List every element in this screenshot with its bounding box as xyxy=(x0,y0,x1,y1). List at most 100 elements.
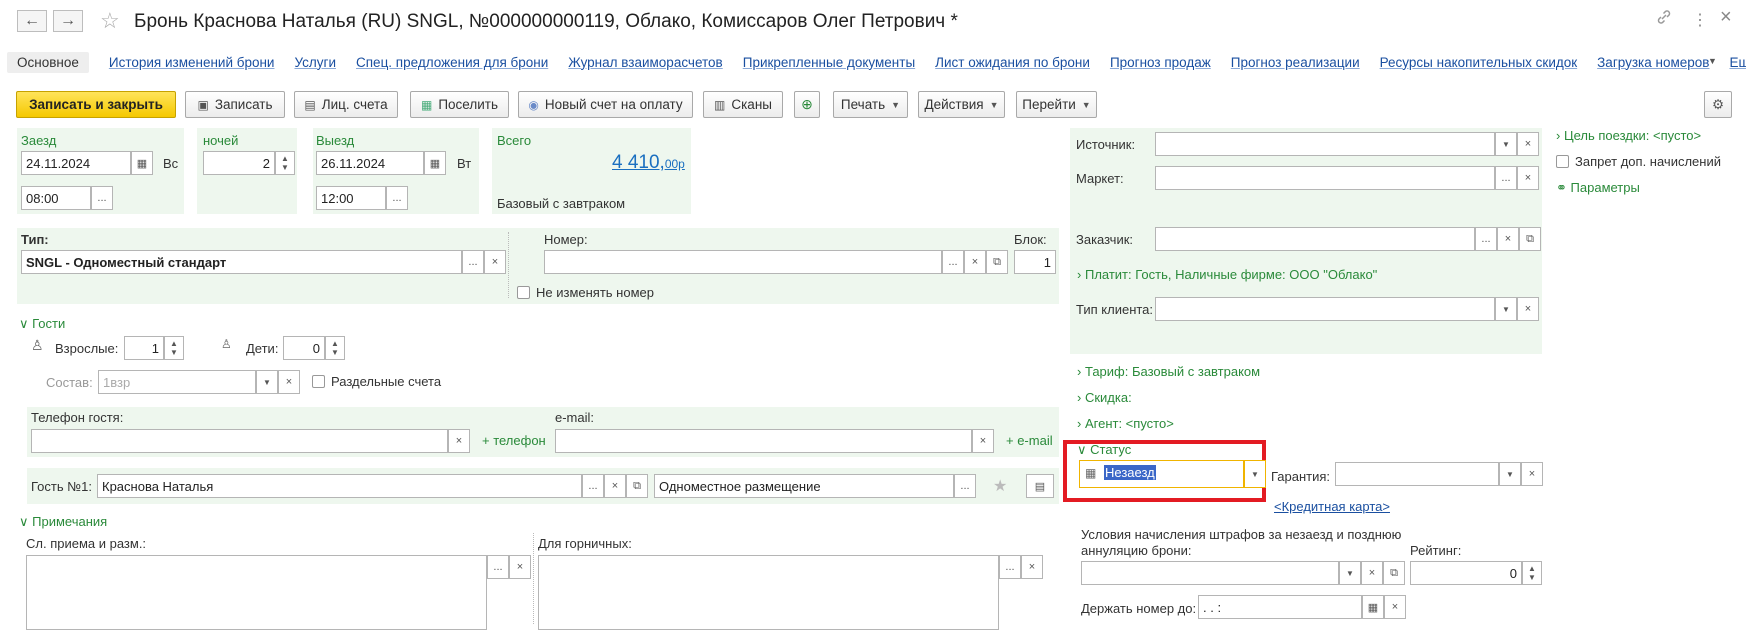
clear-icon[interactable]: × xyxy=(1517,297,1539,321)
clear-icon[interactable]: × xyxy=(484,250,506,274)
children-stepper-icon[interactable]: ▲ ▼ xyxy=(325,336,345,360)
children-field[interactable]: 0 xyxy=(283,336,325,360)
add-phone-link[interactable]: + телефон xyxy=(482,433,546,448)
dropdown-arrow-icon[interactable]: ▼ xyxy=(1339,561,1361,585)
clear-icon[interactable]: × xyxy=(1497,227,1519,251)
tab-realization-forecast[interactable]: Прогноз реализации xyxy=(1231,55,1360,70)
print-button[interactable]: Печать ▼ xyxy=(833,91,908,118)
calendar-icon[interactable]: ▦ xyxy=(1362,595,1384,619)
email-field[interactable] xyxy=(555,429,972,453)
tariff-toggle[interactable]: › Тариф: Базовый с завтраком xyxy=(1077,364,1260,379)
new-invoice-button[interactable]: ◉ Новый счет на оплату xyxy=(518,91,693,118)
credit-card-link[interactable]: <Кредитная карта> xyxy=(1274,499,1390,514)
adults-stepper-icon[interactable]: ▲ ▼ xyxy=(164,336,184,360)
clear-icon[interactable]: × xyxy=(448,429,470,453)
open-icon[interactable]: ⧉ xyxy=(1519,227,1541,251)
open-icon[interactable]: ⧉ xyxy=(1383,561,1405,585)
select-icon[interactable]: ... xyxy=(487,555,509,579)
card-icon[interactable]: ▤ xyxy=(1026,474,1054,498)
separate-accounts-checkbox[interactable] xyxy=(312,375,325,388)
select-icon[interactable]: ... xyxy=(1475,227,1497,251)
calendar-icon[interactable]: ▦ xyxy=(424,151,446,175)
tab-discount-resources[interactable]: Ресурсы накопительных скидок xyxy=(1380,55,1578,70)
tab-special-offers[interactable]: Спец. предложения для брони xyxy=(356,55,548,70)
goto-button[interactable]: Перейти ▼ xyxy=(1016,91,1097,118)
clear-icon[interactable]: × xyxy=(509,555,531,579)
star-icon[interactable]: ★ xyxy=(993,476,1007,496)
checkout-time-field[interactable]: 12:00 xyxy=(316,186,386,210)
clear-icon[interactable]: × xyxy=(972,429,994,453)
guests-section-toggle[interactable]: ∨ Гости xyxy=(19,316,65,332)
select-icon[interactable]: ... xyxy=(999,555,1021,579)
customer-field[interactable] xyxy=(1155,227,1475,251)
penalty-field[interactable] xyxy=(1081,561,1339,585)
select-icon[interactable]: ... xyxy=(582,474,604,498)
rating-field[interactable]: 0 xyxy=(1410,561,1522,585)
housekeeping-notes-field[interactable] xyxy=(538,555,999,630)
dropdown-arrow-icon[interactable]: ▼ xyxy=(1499,462,1521,486)
total-amount[interactable]: 4 410,00р xyxy=(612,152,685,174)
favorite-star-icon[interactable]: ☆ xyxy=(100,8,120,34)
notes-section-toggle[interactable]: ∨ Примечания xyxy=(19,514,107,530)
discount-toggle[interactable]: › Скидка: xyxy=(1077,390,1132,405)
keep-number-checkbox[interactable] xyxy=(517,286,530,299)
agent-toggle[interactable]: › Агент: <пусто> xyxy=(1077,416,1174,431)
tab-more[interactable]: Еще... xyxy=(1729,55,1746,70)
add-email-link[interactable]: + e-mail xyxy=(1006,433,1053,448)
open-icon[interactable]: ⧉ xyxy=(986,250,1008,274)
tab-attached-docs[interactable]: Прикрепленные документы xyxy=(743,55,915,70)
tab-services[interactable]: Услуги xyxy=(294,55,336,70)
save-and-close-button[interactable]: Записать и закрыть xyxy=(16,91,176,118)
adults-field[interactable]: 1 xyxy=(124,336,164,360)
room-number-field[interactable] xyxy=(544,250,942,274)
dropdown-arrow-icon[interactable]: ▼ xyxy=(1244,460,1266,488)
accounts-button[interactable]: ▤ Лиц. счета xyxy=(294,91,398,118)
tab-waiting-list[interactable]: Лист ожидания по брони xyxy=(935,55,1090,70)
select-icon[interactable]: ... xyxy=(942,250,964,274)
rating-stepper-icon[interactable]: ▲ ▼ xyxy=(1522,561,1542,585)
link-icon[interactable] xyxy=(1656,9,1672,30)
clear-icon[interactable]: × xyxy=(1521,462,1543,486)
forward-button[interactable]: → xyxy=(53,10,83,32)
select-icon[interactable]: ... xyxy=(462,250,484,274)
clear-icon[interactable]: × xyxy=(604,474,626,498)
select-icon[interactable]: ... xyxy=(1495,166,1517,190)
phone-field[interactable] xyxy=(31,429,448,453)
market-field[interactable] xyxy=(1155,166,1495,190)
tab-main[interactable]: Основное xyxy=(7,51,89,73)
no-extra-charges-checkbox[interactable] xyxy=(1556,155,1569,168)
client-type-field[interactable] xyxy=(1155,297,1495,321)
calendar-icon[interactable]: ▦ xyxy=(131,151,153,175)
trip-goal-toggle[interactable]: › Цель поездки: <пусто> xyxy=(1556,128,1701,143)
settle-button[interactable]: ▦ Поселить xyxy=(410,91,509,118)
time-picker-icon[interactable]: ... xyxy=(386,186,408,210)
tab-settlements[interactable]: Журнал взаиморасчетов xyxy=(568,55,722,70)
back-button[interactable]: ← xyxy=(17,10,47,32)
tab-history[interactable]: История изменений брони xyxy=(109,55,275,70)
nights-field[interactable]: 2 xyxy=(203,151,275,175)
tab-sales-forecast[interactable]: Прогноз продаж xyxy=(1110,55,1211,70)
close-icon[interactable]: × xyxy=(1720,6,1732,29)
nights-stepper-icon[interactable]: ▲ ▼ xyxy=(275,151,295,175)
checkin-date-field[interactable]: 24.11.2024 xyxy=(21,151,131,175)
open-icon[interactable]: ⧉ xyxy=(626,474,648,498)
tab-room-load[interactable]: Загрузка номеров xyxy=(1597,55,1709,70)
status-field[interactable]: Незаезд xyxy=(1079,460,1244,488)
guest1-accommodation-field[interactable]: Одноместное размещение xyxy=(654,474,954,498)
checkout-date-field[interactable]: 26.11.2024 xyxy=(316,151,424,175)
more-tabs-arrow-icon[interactable]: ▼ xyxy=(1708,56,1717,66)
reception-notes-field[interactable] xyxy=(26,555,487,630)
dropdown-arrow-icon[interactable]: ▼ xyxy=(1495,132,1517,156)
settings-button[interactable]: ⚙ xyxy=(1704,91,1732,118)
add-document-button[interactable]: ⊕ xyxy=(794,91,820,118)
actions-button[interactable]: Действия ▼ xyxy=(918,91,1005,118)
clear-icon[interactable]: × xyxy=(1021,555,1043,579)
save-button[interactable]: ▣ Записать xyxy=(185,91,285,118)
room-type-field[interactable]: SNGL - Одноместный стандарт xyxy=(21,250,462,274)
clear-icon[interactable]: × xyxy=(1361,561,1383,585)
dropdown-arrow-icon[interactable]: ▼ xyxy=(256,370,278,394)
guest1-name-field[interactable]: Краснова Наталья xyxy=(97,474,582,498)
time-picker-icon[interactable]: ... xyxy=(91,186,113,210)
clear-icon[interactable]: × xyxy=(1384,595,1406,619)
block-field[interactable]: 1 xyxy=(1014,250,1056,274)
